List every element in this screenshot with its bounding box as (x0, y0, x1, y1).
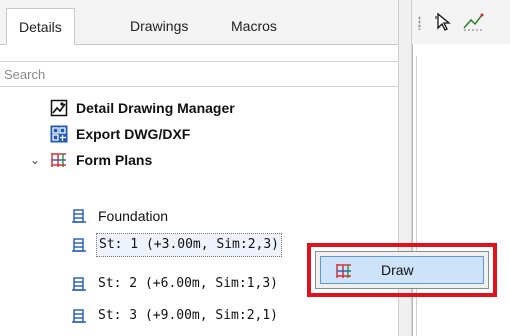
select-pointer-icon[interactable] (434, 12, 454, 32)
tree-item-label: Form Plans (76, 152, 153, 168)
tree-item-label: St: 3 (+9.00m, Sim:2,1) (98, 308, 279, 323)
form-plans-icon (336, 264, 351, 278)
drawing-toolbar (412, 0, 510, 45)
measure-icon[interactable] (462, 12, 484, 32)
tab-details[interactable]: Details (6, 8, 75, 45)
form-plan-item-icon (72, 209, 86, 223)
tab-bar: Details Drawings Macros (0, 0, 398, 45)
tree-item-label: Detail Drawing Manager (76, 100, 235, 116)
toolbar-grip-icon[interactable] (418, 16, 421, 30)
form-plan-item-icon (72, 309, 86, 323)
context-menu-item-label: Draw (381, 262, 414, 278)
export-dwg-icon (50, 125, 68, 143)
form-plan-item-icon (72, 238, 86, 252)
detail-drawing-manager-icon (50, 99, 68, 117)
tab-macros[interactable]: Macros (231, 8, 277, 44)
tab-drawings[interactable]: Drawings (130, 8, 188, 44)
form-plans-icon (51, 153, 66, 167)
tree-item-label: Foundation (98, 208, 169, 224)
tree-item-label: Export DWG/DXF (76, 126, 191, 142)
search-input[interactable] (0, 61, 398, 87)
form-plan-item-icon (72, 277, 86, 291)
chevron-down-icon[interactable]: ⌄ (30, 147, 44, 173)
tree-item-label: St: 1 (+3.00m, Sim:2,3) (96, 233, 283, 257)
tree-item-label: St: 2 (+6.00m, Sim:1,3) (98, 276, 279, 291)
context-menu-draw[interactable]: Draw (320, 256, 484, 284)
app-window: Details Drawings Macros Detail Drawing M… (0, 0, 510, 336)
context-menu: Draw (315, 251, 489, 289)
